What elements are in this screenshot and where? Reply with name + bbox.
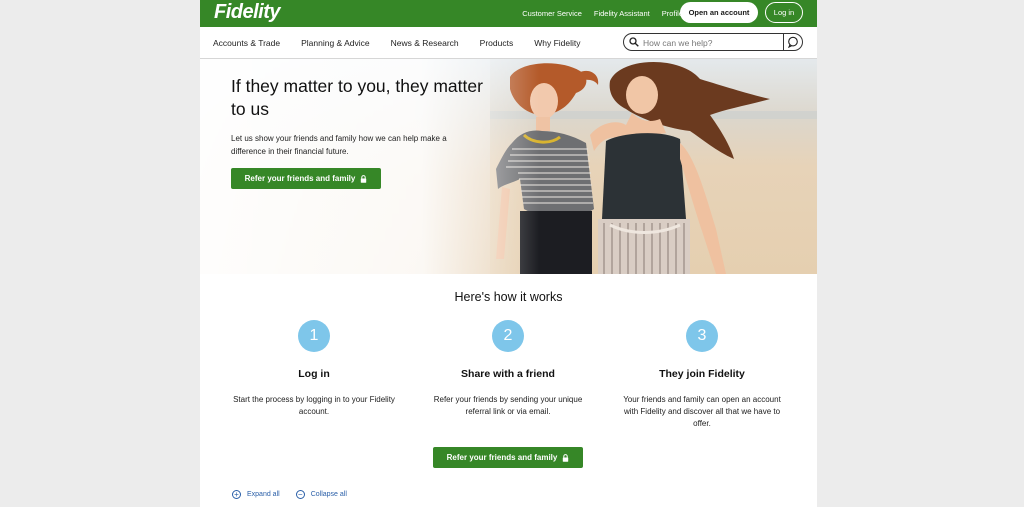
nav-item-products[interactable]: Products [480, 38, 514, 48]
nav-item-news-research[interactable]: News & Research [391, 38, 459, 48]
lock-icon [563, 453, 569, 462]
step-description: Your friends and family can open an acco… [623, 395, 781, 428]
search-box [623, 33, 803, 51]
open-account-button[interactable]: Open an account [680, 2, 758, 23]
login-button[interactable]: Log in [765, 2, 803, 23]
customer-service-link[interactable]: Customer Service [522, 9, 582, 18]
nav-item-accounts-trade[interactable]: Accounts & Trade [213, 38, 280, 48]
refer-friends-label: Refer your friends and family [446, 453, 558, 462]
step-title: Share with a friend [461, 368, 555, 380]
fidelity-assistant-link[interactable]: Fidelity Assistant [594, 9, 650, 18]
fidelity-logo[interactable]: Fidelity [214, 1, 281, 24]
step-1: 1 Log in Start the process by logging in… [224, 320, 404, 418]
refer-friends-label: Refer your friends and family [244, 174, 356, 183]
chat-icon[interactable] [787, 36, 799, 48]
search-divider [783, 34, 784, 50]
step-number-badge: 3 [686, 320, 718, 352]
hero-description: Let us show your friends and family how … [231, 134, 447, 156]
nav-item-why-fidelity[interactable]: Why Fidelity [534, 38, 580, 48]
utility-links: Customer Service Fidelity Assistant Prof… [522, 0, 683, 27]
search-input[interactable] [641, 35, 785, 51]
step-description: Refer your friends by sending your uniqu… [433, 395, 583, 416]
lock-icon [361, 174, 367, 183]
step-3: 3 They join Fidelity Your friends and fa… [612, 320, 792, 430]
expand-all-link[interactable]: Expand all [247, 491, 280, 498]
collapse-all-link[interactable]: Collapse all [311, 491, 347, 498]
hero-title: If they matter to you, they matter to us [231, 76, 483, 119]
refer-friends-button[interactable]: Refer your friends and family [231, 168, 381, 189]
step-number-badge: 2 [492, 320, 524, 352]
hero-banner: If they matter to you, they matter to us… [200, 59, 817, 274]
faq-controls: + Expand all − Collapse all [232, 490, 347, 499]
page: Fidelity Customer Service Fidelity Assis… [200, 0, 817, 507]
plus-icon[interactable]: + [232, 490, 241, 499]
search-icon [629, 37, 639, 47]
step-number-badge: 1 [298, 320, 330, 352]
step-title: They join Fidelity [659, 368, 745, 380]
step-description: Start the process by logging in to your … [233, 395, 395, 416]
step-2: 2 Share with a friend Refer your friends… [418, 320, 598, 418]
top-bar: Fidelity Customer Service Fidelity Assis… [200, 0, 817, 27]
nav-item-planning-advice[interactable]: Planning & Advice [301, 38, 370, 48]
how-it-works-title: Here's how it works [454, 290, 563, 304]
step-title: Log in [298, 368, 330, 380]
minus-icon[interactable]: − [295, 490, 305, 499]
refer-friends-button-bottom[interactable]: Refer your friends and family [433, 447, 583, 468]
